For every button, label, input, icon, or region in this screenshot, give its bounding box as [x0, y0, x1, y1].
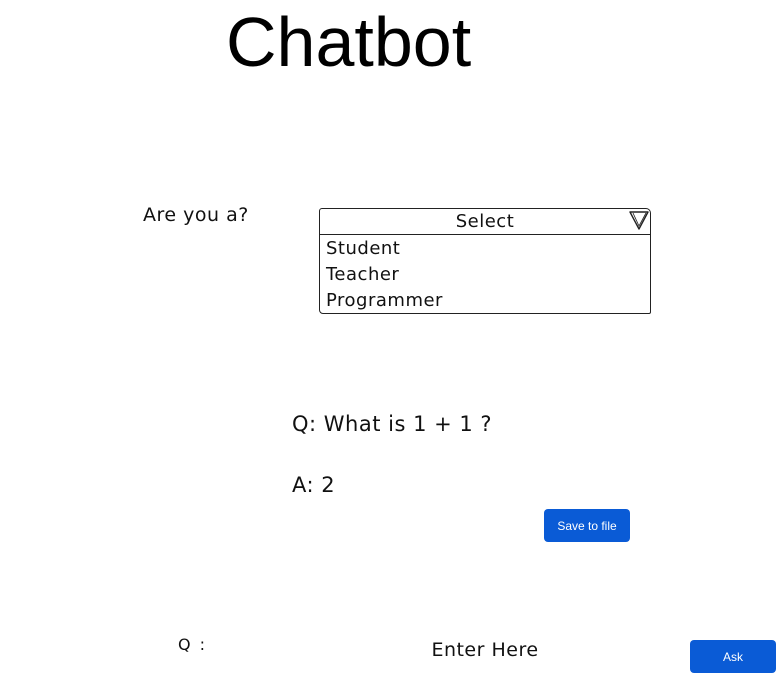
role-option-student[interactable]: Student [320, 236, 650, 262]
question-input[interactable] [420, 636, 550, 664]
page-title: Chatbot [226, 3, 472, 81]
answer-text: A: 2 [292, 473, 336, 497]
question-input-label: Q : [178, 635, 208, 654]
role-select-value: Select [455, 211, 515, 232]
save-to-file-button[interactable]: Save to file [544, 509, 630, 542]
question-text: Q: What is 1 + 1 ? [292, 412, 493, 436]
role-options-list: Student Teacher Programmer [320, 236, 650, 313]
role-option-programmer[interactable]: Programmer [320, 288, 650, 313]
chevron-down-icon[interactable] [628, 209, 650, 231]
role-question-label: Are you a? [143, 204, 249, 226]
role-select[interactable]: Select Student Teacher Programmer [319, 208, 651, 314]
role-option-teacher[interactable]: Teacher [320, 262, 650, 288]
ask-button[interactable]: Ask [690, 640, 776, 673]
role-select-header[interactable]: Select [320, 209, 650, 235]
